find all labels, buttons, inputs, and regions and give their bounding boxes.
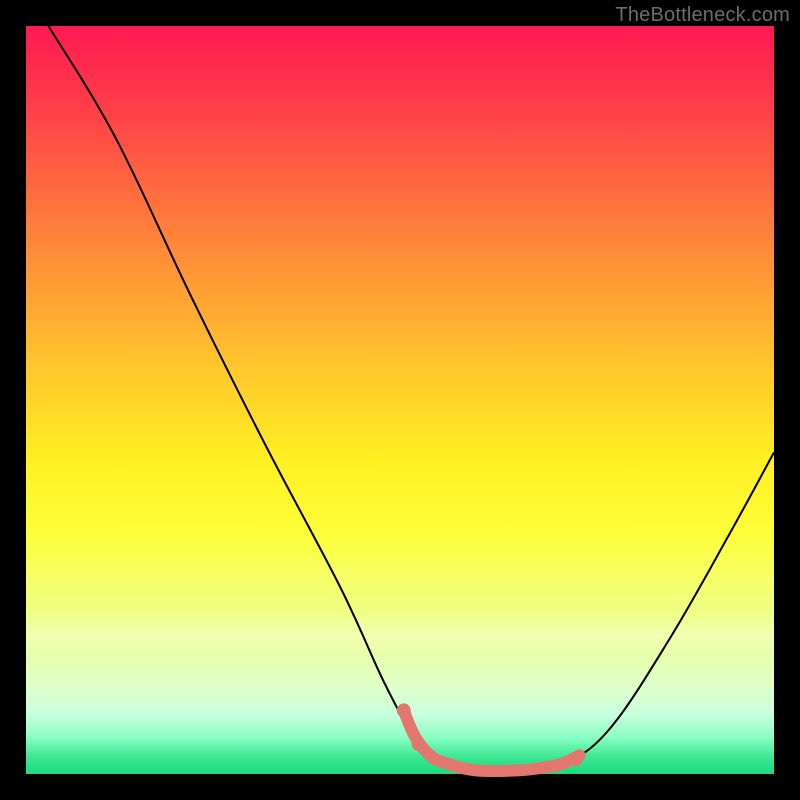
marker-2 (569, 752, 583, 766)
chart-overlay (26, 26, 774, 774)
marker-1 (412, 737, 426, 751)
watermark-text: TheBottleneck.com (615, 4, 790, 27)
series-curve (48, 26, 774, 771)
marker-0 (397, 703, 411, 717)
series-highlight (404, 710, 580, 771)
